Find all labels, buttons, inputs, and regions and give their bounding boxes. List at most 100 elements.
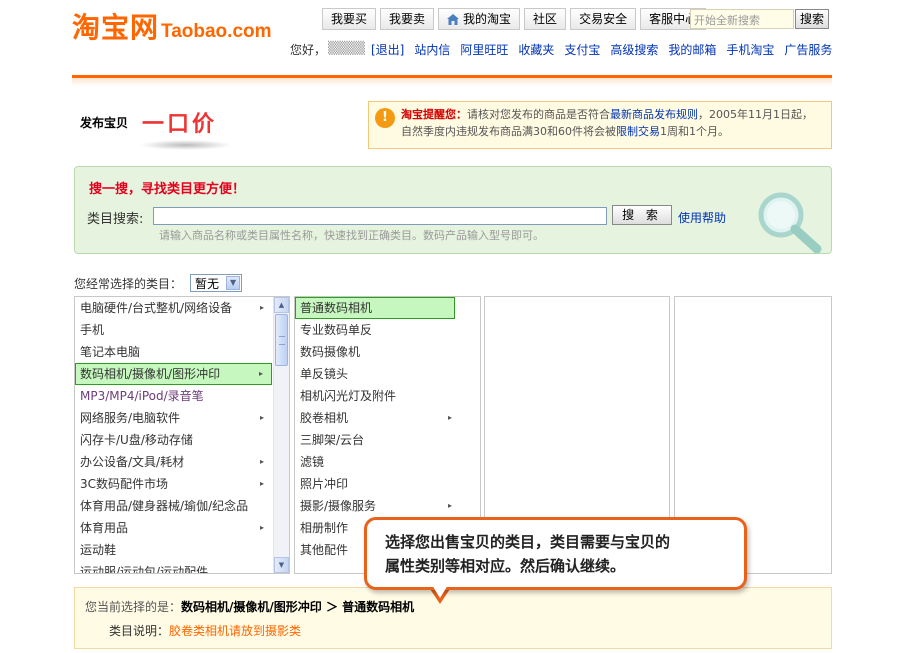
nav-my-taobao-label: 我的淘宝	[463, 12, 512, 26]
link-messages[interactable]: 站内信	[414, 41, 450, 58]
sub-nav: 您好， ▒▒▒▒ [退出] 站内信 阿里旺旺 收藏夹 支付宝 高级搜索 我的邮箱…	[290, 41, 832, 58]
category-label: MP3/MP4/iPod/录音笔	[80, 389, 204, 403]
subcategory-item[interactable]: 三脚架/云台	[295, 429, 480, 451]
category-label: 体育用品/健身器械/瑜伽/纪念品	[80, 499, 249, 513]
help-link[interactable]: 使用帮助	[678, 209, 726, 226]
taobao-logo[interactable]: 淘宝网 Taobao.com	[72, 6, 272, 44]
reminder-box: ! 淘宝提醒您：请核对您发布的商品是否符合最新商品发布规则，2005年11月1日…	[368, 101, 832, 149]
restricted-trade-link[interactable]: 限制交易	[616, 125, 660, 138]
category-item[interactable]: 笔记本电脑	[75, 341, 272, 363]
scroll-thumb[interactable]	[275, 314, 288, 366]
subcategory-label: 摄影/摄像服务	[300, 499, 377, 513]
nav-safety[interactable]: 交易安全	[570, 8, 637, 30]
subcategory-label: 胶卷相机	[300, 411, 349, 425]
category-label: 数码相机/摄像机/图形冲印	[80, 367, 221, 381]
category-item[interactable]: 网络服务/电脑软件 ▸	[75, 407, 272, 429]
subcategory-item[interactable]: 照片冲印	[295, 473, 480, 495]
arrow-right-icon: ▸	[259, 413, 264, 422]
link-alipay[interactable]: 支付宝	[564, 41, 600, 58]
arrow-right-icon: ▸	[259, 457, 264, 466]
publish-mode-title: 一口价	[142, 112, 218, 137]
subcategory-item[interactable]: 胶卷相机 ▸	[295, 407, 480, 429]
subcategory-label: 照片冲印	[300, 477, 349, 491]
title-shadow	[140, 140, 232, 150]
logo-cn: 淘宝网	[72, 11, 160, 44]
category-description: 类目说明：胶卷类相机请放到摄影类	[109, 622, 301, 639]
subcategory-item-selected[interactable]: 普通数码相机	[295, 297, 455, 319]
callout-line-2: 属性类别等相对应。然后确认继续。	[385, 557, 626, 575]
category-item[interactable]: MP3/MP4/iPod/录音笔	[75, 385, 272, 407]
category-item[interactable]: 3C数码配件市场 ▸	[75, 473, 272, 495]
chevron-down-icon: ▼	[226, 276, 241, 290]
subcategory-item[interactable]: 专业数码单反	[295, 319, 480, 341]
search-hint: 请输入商品名称或类目属性名称，快速找到正确类目。数码产品输入型号即可。	[159, 229, 544, 242]
subcategory-label: 其他配件	[300, 543, 349, 557]
link-favorites[interactable]: 收藏夹	[518, 41, 554, 58]
subcategory-label: 单反镜头	[300, 367, 349, 381]
category-search-label: 类目搜索:	[87, 212, 144, 227]
link-aliwangwang[interactable]: 阿里旺旺	[460, 41, 508, 58]
subcategory-item[interactable]: 单反镜头	[295, 363, 480, 385]
site-search-button[interactable]: 搜索	[795, 9, 829, 29]
reminder-text-1: 请核对您发布的商品是否符合	[467, 108, 610, 121]
common-category-select[interactable]: 暂无 ▼	[190, 274, 243, 292]
nav-buy[interactable]: 我要买	[322, 8, 377, 30]
arrow-right-icon: ▸	[259, 523, 264, 532]
username: ▒▒▒▒	[328, 41, 365, 55]
current-path: 您当前选择的是：数码相机/摄像机/图形冲印 ＞ 普通数码相机	[85, 598, 414, 615]
rules-link[interactable]: 最新商品发布规则	[610, 108, 698, 121]
link-ad-service[interactable]: 广告服务	[784, 41, 832, 58]
subcategory-item[interactable]: 数码摄像机	[295, 341, 480, 363]
nav-community[interactable]: 社区	[524, 8, 567, 30]
reminder-title: 淘宝提醒您：	[401, 108, 467, 121]
category-item[interactable]: 运动服/运动包/运动配件	[75, 561, 272, 573]
nav-sell[interactable]: 我要卖	[380, 8, 435, 30]
subcategory-label: 滤镜	[300, 455, 325, 469]
link-mailbox[interactable]: 我的邮箱	[668, 41, 716, 58]
current-selection-box: 您当前选择的是：数码相机/摄像机/图形冲印 ＞ 普通数码相机 类目说明：胶卷类相…	[74, 587, 832, 649]
category-search-input[interactable]	[153, 207, 607, 225]
link-mobile-taobao[interactable]: 手机淘宝	[726, 41, 774, 58]
header-divider-shadow	[72, 78, 832, 86]
subcategory-label: 三脚架/云台	[300, 433, 365, 447]
link-advanced-search[interactable]: 高级搜索	[610, 41, 658, 58]
category-item-selected[interactable]: 数码相机/摄像机/图形冲印 ▸	[75, 363, 272, 385]
category-label: 体育用品	[80, 521, 129, 535]
search-panel-title: 搜一搜，寻找类目更方便！	[89, 182, 246, 197]
scroll-up-icon[interactable]: ▲	[274, 297, 289, 313]
home-icon	[447, 13, 460, 25]
subcategory-item[interactable]: 相机闪光灯及附件	[295, 385, 480, 407]
callout-tail-inner	[432, 585, 448, 598]
arrow-right-icon: ▸	[447, 413, 452, 422]
arrow-right-icon: ▸	[447, 501, 452, 510]
instruction-callout: 选择您出售宝贝的类目，类目需要与宝贝的 属性类别等相对应。然后确认继续。	[364, 517, 747, 590]
common-categories: 您经常选择的类目： 暂无 ▼	[74, 274, 243, 292]
subcategory-item[interactable]: 滤镜	[295, 451, 480, 473]
reminder-text-3: 1周和1个月。	[660, 125, 729, 138]
scroll-down-icon[interactable]: ▼	[274, 557, 289, 573]
category-label: 3C数码配件市场	[80, 477, 169, 491]
category-label: 手机	[80, 323, 105, 337]
category-item[interactable]: 运动鞋	[75, 539, 272, 561]
category-item[interactable]: 手机	[75, 319, 272, 341]
category-label: 电脑硬件/台式整机/网络设备	[80, 301, 233, 315]
arrow-right-icon: ▸	[259, 479, 264, 488]
category-item[interactable]: 办公设备/文具/耗材 ▸	[75, 451, 272, 473]
category-search-button[interactable]: 搜 索	[612, 205, 672, 225]
category-label: 办公设备/文具/耗材	[80, 455, 185, 469]
scrollbar[interactable]: ▲ ▼	[273, 297, 289, 573]
greeting: 您好，	[290, 43, 327, 57]
category-item[interactable]: 闪存卡/U盘/移动存储	[75, 429, 272, 451]
category-item[interactable]: 电脑硬件/台式整机/网络设备 ▸	[75, 297, 272, 319]
logo-en: Taobao.com	[161, 21, 272, 42]
nav-my-taobao[interactable]: 我的淘宝	[438, 8, 521, 30]
publish-label: 发布宝贝	[80, 116, 129, 130]
category-item[interactable]: 体育用品/健身器械/瑜伽/纪念品	[75, 495, 272, 517]
description-label: 类目说明：	[109, 624, 170, 638]
site-search-input[interactable]: 开始全新搜索	[690, 9, 794, 29]
category-item[interactable]: 体育用品 ▸	[75, 517, 272, 539]
logout-link[interactable]: [退出]	[371, 41, 404, 58]
subcategory-item[interactable]: 摄影/摄像服务 ▸	[295, 495, 480, 517]
common-select-value: 暂无	[195, 276, 220, 291]
callout-line-1: 选择您出售宝贝的类目，类目需要与宝贝的	[385, 533, 671, 551]
